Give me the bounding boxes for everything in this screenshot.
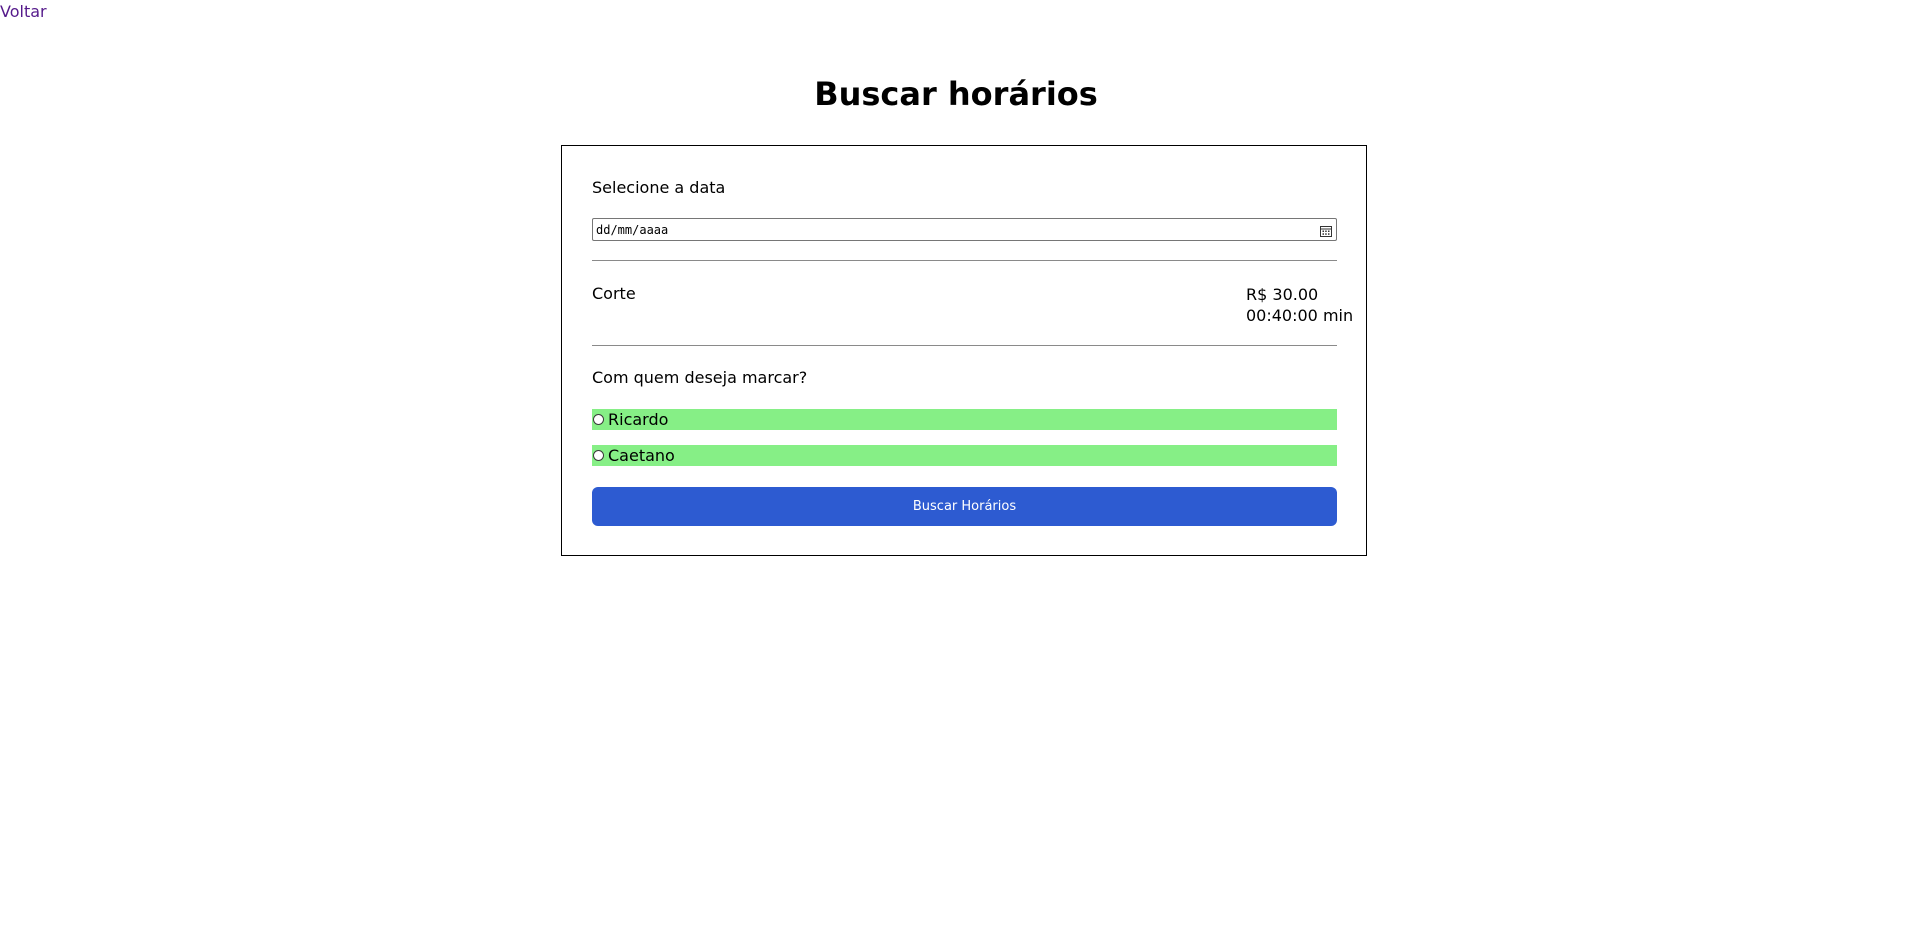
radio-option-caetano[interactable]: Caetano bbox=[592, 445, 1337, 466]
radio-unchecked-icon[interactable] bbox=[593, 414, 604, 425]
page-title: Buscar horários bbox=[814, 75, 1098, 113]
date-input[interactable]: dd/mm/aaaa bbox=[592, 218, 1337, 241]
divider-top bbox=[592, 260, 1337, 261]
date-input-placeholder: dd/mm/aaaa bbox=[596, 222, 669, 237]
radio-label-caetano: Caetano bbox=[608, 446, 675, 465]
radio-option-ricardo[interactable]: Ricardo bbox=[592, 409, 1337, 430]
service-meta: R$ 30.00 00:40:00 min bbox=[1246, 284, 1353, 326]
divider-bottom bbox=[592, 345, 1337, 346]
radio-unchecked-icon[interactable] bbox=[593, 450, 604, 461]
search-times-button[interactable]: Buscar Horários bbox=[592, 487, 1337, 526]
back-link[interactable]: Voltar bbox=[0, 2, 47, 21]
date-label: Selecione a data bbox=[592, 178, 726, 197]
radio-label-ricardo: Ricardo bbox=[608, 410, 669, 429]
service-price: R$ 30.00 bbox=[1246, 285, 1319, 304]
service-duration: 00:40:00 min bbox=[1246, 306, 1354, 325]
professional-label: Com quem deseja marcar? bbox=[592, 368, 808, 387]
search-schedule-card: Selecione a data dd/mm/aaaa Corte R$ 30.… bbox=[561, 145, 1367, 556]
service-name: Corte bbox=[592, 284, 636, 303]
calendar-icon[interactable] bbox=[1319, 223, 1333, 237]
